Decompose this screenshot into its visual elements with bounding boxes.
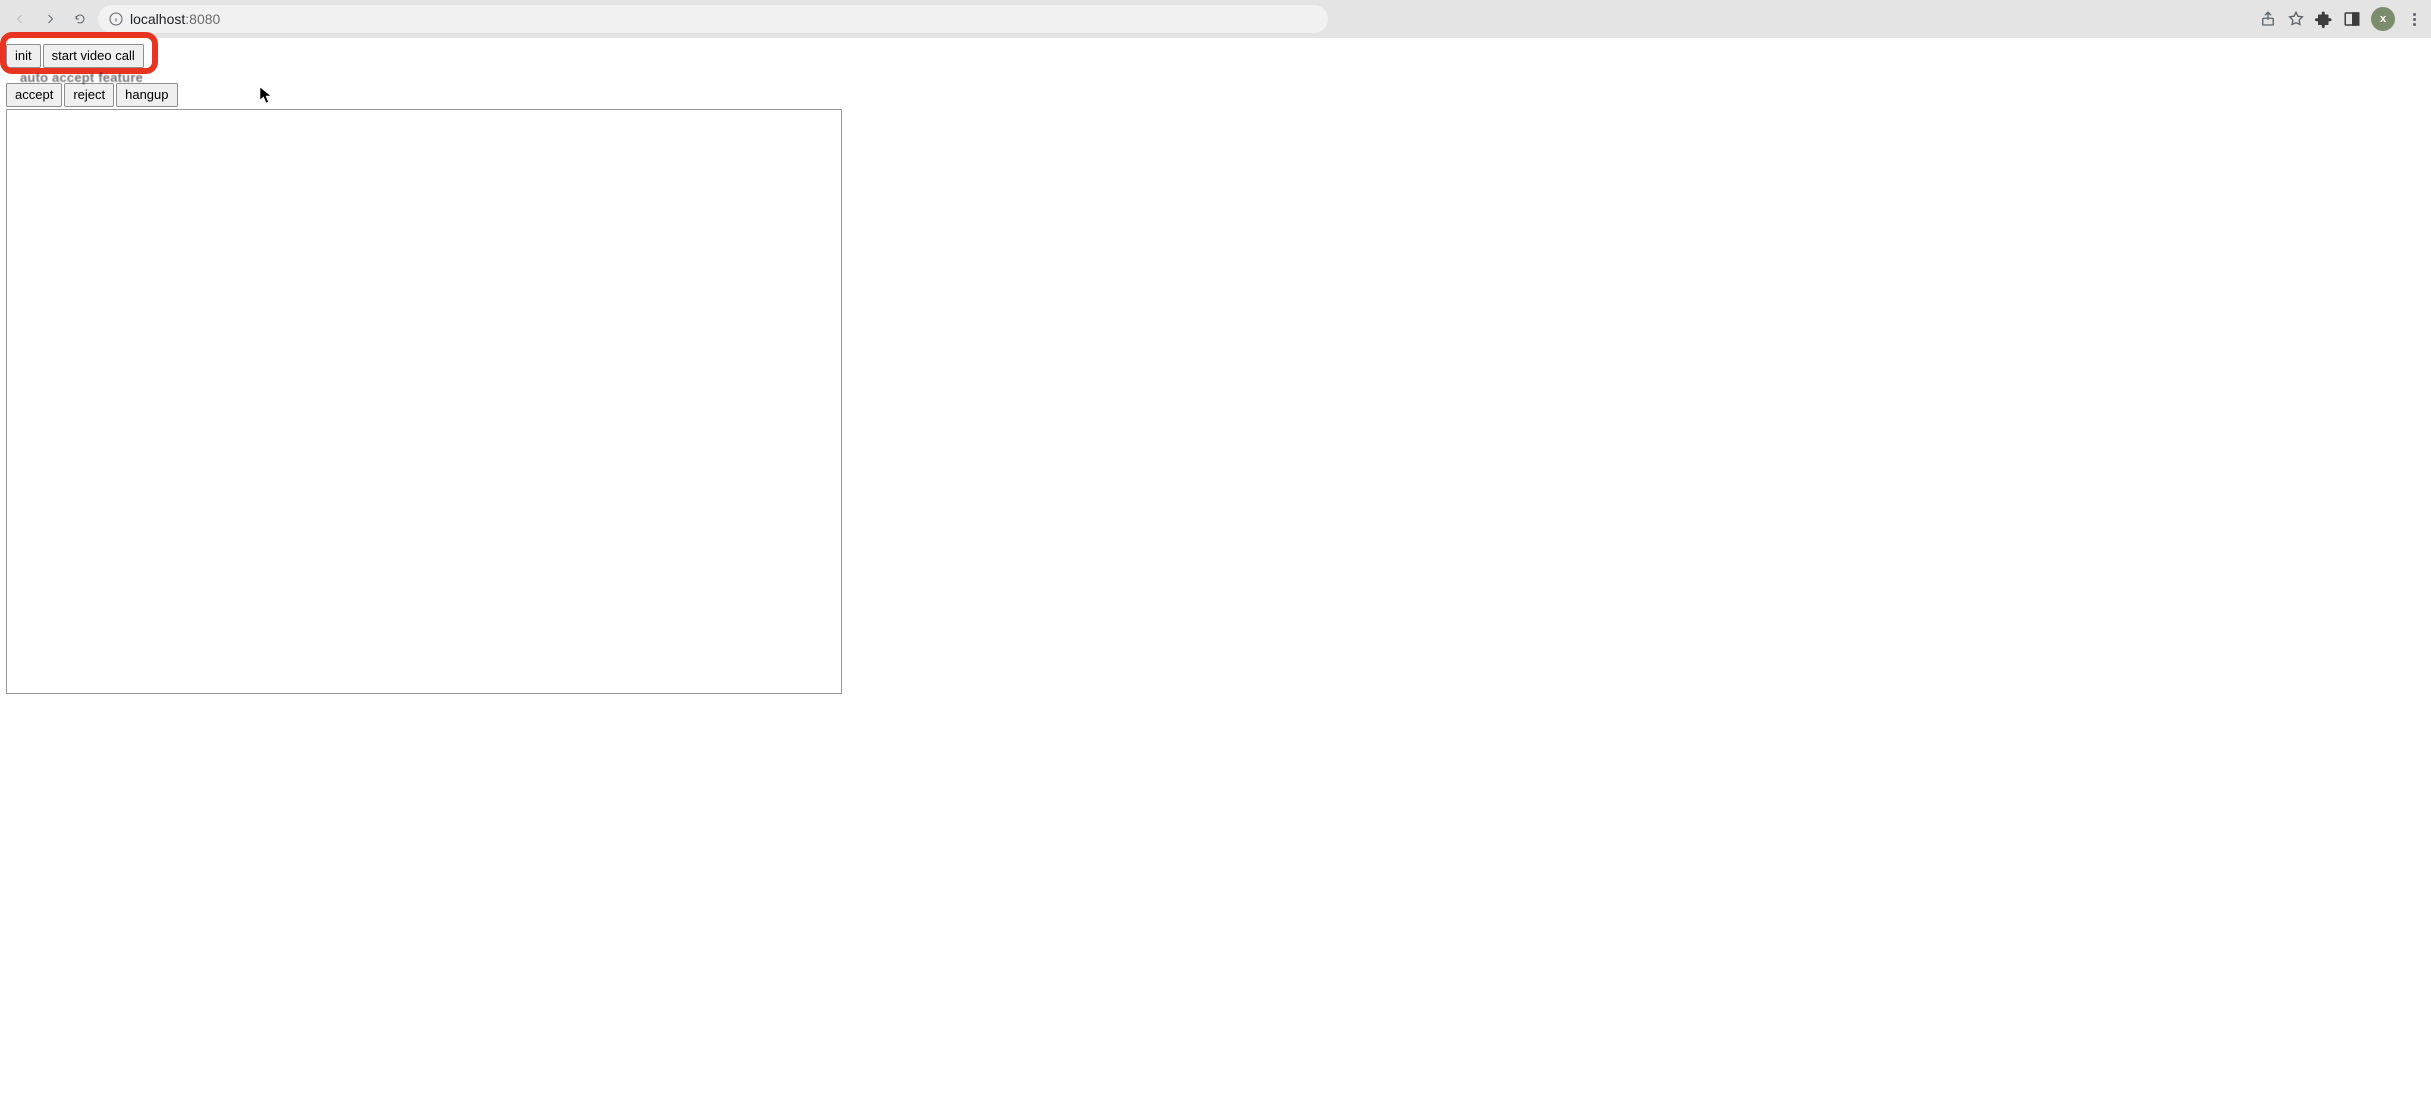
dot-icon <box>2413 18 2416 21</box>
hangup-button[interactable]: hangup <box>116 83 177 107</box>
start-video-call-button[interactable]: start video call <box>43 44 144 68</box>
site-info-icon <box>108 11 124 27</box>
accept-button[interactable]: accept <box>6 83 62 107</box>
dot-icon <box>2413 13 2416 16</box>
profile-avatar[interactable]: x <box>2371 7 2395 31</box>
share-icon[interactable] <box>2259 10 2277 28</box>
arrow-right-icon <box>44 11 56 27</box>
status-text: auto accept feature <box>20 70 2425 85</box>
button-row-1: init start video call <box>6 44 2425 68</box>
video-container <box>6 109 842 694</box>
button-row-2: accept reject hangup <box>6 83 2425 107</box>
reject-button[interactable]: reject <box>64 83 114 107</box>
back-button[interactable] <box>8 7 32 31</box>
toolbar-right-icons: x <box>2259 7 2423 31</box>
url-port: :8080 <box>185 11 220 27</box>
arrow-left-icon <box>14 11 26 27</box>
dot-icon <box>2413 23 2416 26</box>
star-icon[interactable] <box>2287 10 2305 28</box>
init-button[interactable]: init <box>6 44 41 68</box>
forward-button[interactable] <box>38 7 62 31</box>
panel-icon[interactable] <box>2343 10 2361 28</box>
url-text: localhost:8080 <box>130 11 1318 27</box>
extensions-icon[interactable] <box>2315 10 2333 28</box>
page-content: init start video call auto accept featur… <box>0 38 2431 698</box>
url-host: localhost <box>130 11 185 27</box>
browser-toolbar: localhost:8080 x <box>0 0 2431 38</box>
reload-icon <box>74 11 86 27</box>
menu-button[interactable] <box>2405 13 2423 26</box>
reload-button[interactable] <box>68 7 92 31</box>
avatar-initial: x <box>2380 13 2386 25</box>
address-bar[interactable]: localhost:8080 <box>98 5 1328 33</box>
